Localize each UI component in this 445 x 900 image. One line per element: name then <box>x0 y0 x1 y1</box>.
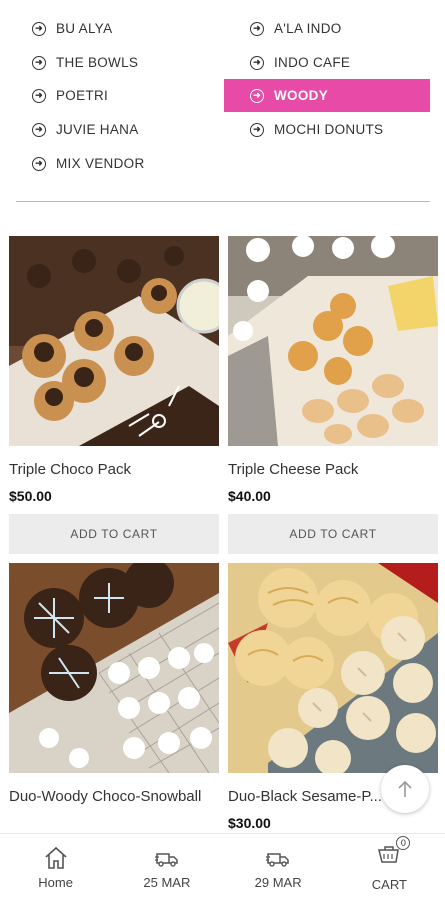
arrow-circle-icon: ➜ <box>250 55 264 70</box>
divider <box>16 201 430 202</box>
vendor-juvie-hana[interactable]: ➜ JUVIE HANA <box>32 113 212 146</box>
vendor-mix-vendor[interactable]: ➜ MIX VENDOR <box>32 147 212 180</box>
vendor-label: WOODY <box>274 88 328 103</box>
vendor-woody[interactable]: ➜ WOODY <box>224 79 430 112</box>
product-image[interactable] <box>9 236 219 446</box>
scroll-to-top-button[interactable] <box>381 765 429 813</box>
vendor-label: INDO CAFE <box>274 55 351 70</box>
arrow-circle-icon: ➜ <box>32 88 46 103</box>
vendor-label: BU ALYA <box>56 21 113 36</box>
shop-page: ➜ BU ALYA ➜ THE BOWLS ➜ POETRI ➜ JUVIE H… <box>0 0 445 900</box>
vendor-label: POETRI <box>56 88 109 103</box>
nav-delivery-29-mar[interactable]: 29 MAR <box>223 834 334 900</box>
nav-label: Home <box>38 874 73 890</box>
vendor-label: MIX VENDOR <box>56 156 145 171</box>
arrow-circle-icon: ➜ <box>250 21 264 36</box>
vendor-ala-indo[interactable]: ➜ A'LA INDO <box>224 12 430 45</box>
arrow-circle-icon: ➜ <box>250 88 264 103</box>
product-image[interactable] <box>228 236 438 446</box>
product-price: $30.00 <box>228 815 271 831</box>
vendor-bu-alya[interactable]: ➜ BU ALYA <box>32 12 212 45</box>
product-name[interactable]: Triple Cheese Pack <box>228 458 438 482</box>
product-name[interactable]: Duo-Woody Choco-Snowball <box>9 785 219 809</box>
arrow-circle-icon: ➜ <box>32 122 46 137</box>
product-card: Triple Cheese Pack $40.00 ADD TO CART <box>228 236 438 554</box>
vendor-poetri[interactable]: ➜ POETRI <box>32 79 212 112</box>
bottom-nav: Home 25 MAR 29 MAR 0 CART <box>0 833 445 900</box>
arrow-circle-icon: ➜ <box>32 55 46 70</box>
vendor-label: A'LA INDO <box>274 21 342 36</box>
vendor-label: THE BOWLS <box>56 55 139 70</box>
add-to-cart-button[interactable]: ADD TO CART <box>9 514 219 554</box>
nav-label: 25 MAR <box>143 874 191 890</box>
delivery-truck-icon <box>154 852 178 867</box>
product-image[interactable] <box>9 563 219 773</box>
nav-label: CART <box>371 877 407 892</box>
product-card: Duo-Woody Choco-Snowball <box>9 563 219 809</box>
vendor-menu: ➜ BU ALYA ➜ THE BOWLS ➜ POETRI ➜ JUVIE H… <box>0 12 445 182</box>
delivery-truck-icon <box>266 852 289 867</box>
nav-delivery-25-mar[interactable]: 25 MAR <box>111 834 222 900</box>
product-price: $50.00 <box>9 488 52 504</box>
product-card: Triple Choco Pack $50.00 ADD TO CART <box>9 236 219 554</box>
vendor-the-bowls[interactable]: ➜ THE BOWLS <box>32 46 212 79</box>
vendor-label: MOCHI DONUTS <box>274 122 384 137</box>
nav-label: 29 MAR <box>254 874 302 890</box>
vendor-indo-cafe[interactable]: ➜ INDO CAFE <box>224 46 430 79</box>
arrow-circle-icon: ➜ <box>32 156 46 171</box>
nav-home[interactable]: Home <box>0 834 111 900</box>
nav-cart[interactable]: 0 CART <box>334 834 445 900</box>
cart-count-badge: 0 <box>396 836 411 850</box>
home-icon <box>45 846 67 869</box>
add-to-cart-button[interactable]: ADD TO CART <box>228 514 438 554</box>
vendor-mochi-donuts[interactable]: ➜ MOCHI DONUTS <box>224 113 430 146</box>
arrow-up-icon <box>398 780 412 797</box>
product-price: $40.00 <box>228 488 271 504</box>
vendor-label: JUVIE HANA <box>56 122 139 137</box>
product-name-text: Duo-Woody Choco-Snowball <box>9 788 202 805</box>
product-image[interactable] <box>228 563 438 773</box>
arrow-circle-icon: ➜ <box>32 21 46 36</box>
arrow-circle-icon: ➜ <box>250 122 264 137</box>
product-name[interactable]: Triple Choco Pack <box>9 458 219 482</box>
